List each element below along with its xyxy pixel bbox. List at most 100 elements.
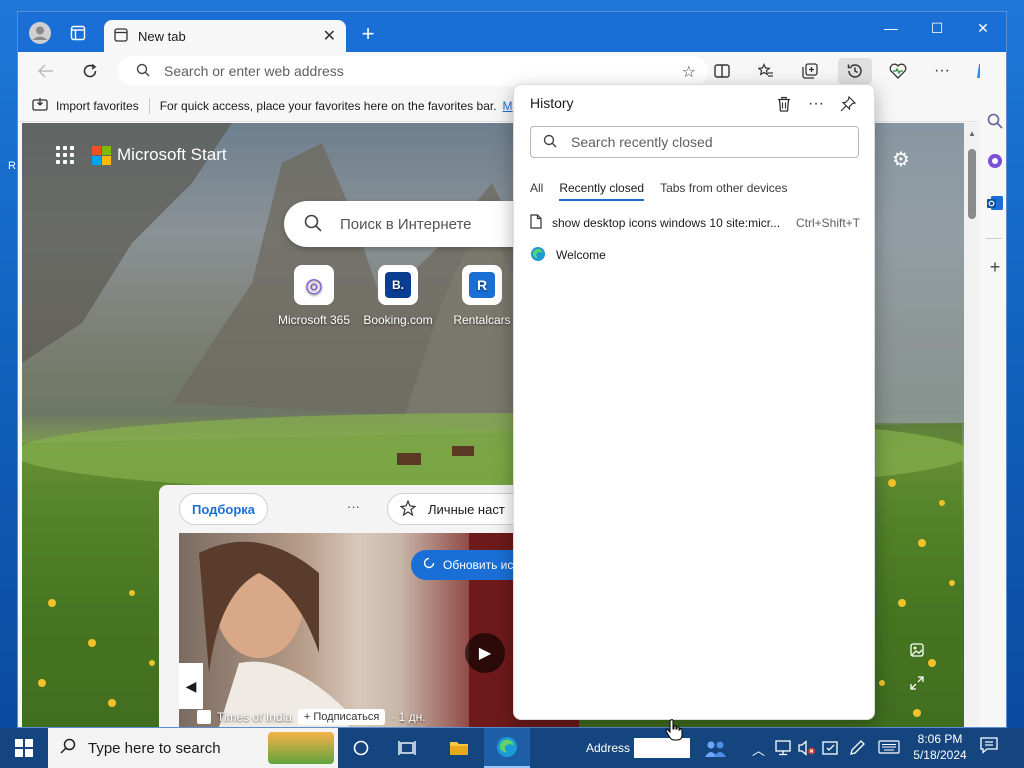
task-view-icon[interactable]: [384, 728, 430, 768]
quick-link-label: Rentalcars: [453, 313, 511, 327]
browser-essentials-icon[interactable]: [884, 58, 912, 84]
history-more-icon[interactable]: ···: [804, 93, 828, 115]
cortana-icon[interactable]: [338, 728, 384, 768]
web-search-icon: [304, 214, 322, 235]
tab-close-icon[interactable]: ✕: [323, 26, 336, 46]
desktop-edge-text: R: [8, 160, 16, 172]
clock-date: 5/18/2024: [913, 748, 967, 762]
tab-other-devices[interactable]: Tabs from other devices: [660, 181, 787, 199]
security-icon[interactable]: [822, 740, 840, 759]
history-search-icon: [543, 134, 557, 151]
delete-history-icon[interactable]: [772, 93, 796, 115]
tab-recently-closed[interactable]: Recently closed: [559, 181, 644, 201]
refresh-spinner-icon: [423, 557, 435, 572]
quick-link-rentalcars[interactable]: R Rentalcars: [440, 265, 524, 327]
start-button[interactable]: [0, 728, 48, 768]
pin-history-icon[interactable]: [836, 93, 860, 115]
touch-keyboard-icon[interactable]: [878, 740, 900, 757]
history-panel: History ··· Search recently closed All R…: [513, 84, 875, 720]
tab-all[interactable]: All: [530, 181, 543, 199]
tab-actions-icon[interactable]: [64, 20, 92, 46]
taskbar-search-placeholder: Type here to search: [88, 739, 221, 757]
split-screen-icon[interactable]: [708, 58, 736, 84]
history-search-placeholder: Search recently closed: [571, 134, 713, 150]
history-item-title: show desktop icons windows 10 site:micr.…: [552, 216, 781, 230]
quick-link-label: Microsoft 365: [277, 313, 351, 327]
web-search-placeholder: Поиск в Интернете: [340, 215, 472, 233]
history-icon: [847, 64, 862, 78]
sidebar-add-icon[interactable]: +: [984, 256, 1006, 278]
history-title: History: [530, 95, 574, 111]
image-info-icon[interactable]: [910, 643, 924, 660]
edge-icon: [530, 246, 546, 265]
app-launcher-icon[interactable]: [56, 146, 74, 164]
carousel-prev-icon[interactable]: ◀: [179, 663, 203, 709]
expand-icon[interactable]: [910, 676, 924, 693]
history-item-title: Welcome: [556, 248, 606, 262]
taskbar-search-box[interactable]: Type here to search: [48, 728, 338, 768]
microsoft-365-icon: ◎: [294, 265, 334, 305]
scroll-thumb[interactable]: [968, 149, 976, 219]
sidebar-m365-icon[interactable]: [984, 150, 1006, 172]
new-tab-page-icon: [114, 27, 128, 45]
file-explorer-icon[interactable]: [436, 728, 482, 768]
new-tab-button[interactable]: +: [354, 22, 382, 48]
close-window-button[interactable]: ✕: [960, 12, 1006, 44]
import-favorites-button[interactable]: Import favorites: [56, 99, 139, 113]
edge-taskbar-icon[interactable]: [484, 728, 530, 768]
page-icon: [530, 214, 542, 232]
favorites-bar-hint: For quick access, place your favorites h…: [159, 98, 497, 113]
tab-new-tab[interactable]: New tab ✕: [104, 20, 346, 52]
page-scrollbar[interactable]: ▲: [964, 123, 980, 727]
maximize-button[interactable]: ☐: [914, 12, 960, 44]
network-icon[interactable]: [774, 740, 792, 759]
pen-workspace-icon[interactable]: [848, 740, 866, 759]
subscribe-button[interactable]: + Подписаться: [297, 709, 386, 725]
people-icon[interactable]: [704, 740, 728, 761]
sidebar-search-icon[interactable]: [984, 110, 1006, 132]
scroll-up-icon[interactable]: ▲: [968, 129, 976, 138]
mouse-cursor-icon: [665, 718, 683, 748]
windows-taskbar: Type here to search Address ︿ 8:06 PM 5/…: [0, 728, 1024, 768]
sidebar-outlook-icon[interactable]: [984, 192, 1006, 214]
address-bar[interactable]: Search or enter web address ☆: [118, 56, 708, 86]
favorites-divider: [148, 97, 150, 114]
volume-muted-icon[interactable]: [798, 740, 816, 759]
show-hidden-icons-chevron-icon[interactable]: ︿: [752, 740, 765, 759]
minimize-button[interactable]: —: [868, 12, 914, 44]
tab-title: New tab: [138, 28, 186, 44]
favorites-icon[interactable]: [752, 58, 780, 84]
address-toolbar-label: Address: [586, 741, 631, 755]
feed-more-icon[interactable]: ···: [347, 499, 360, 514]
brand-name: Microsoft Start: [117, 145, 227, 164]
source-logo-icon: [197, 710, 211, 724]
profile-avatar-icon[interactable]: [26, 20, 54, 46]
collections-icon[interactable]: [796, 58, 824, 84]
favorites-bar-link[interactable]: M: [503, 99, 513, 113]
history-tabs: All Recently closed Tabs from other devi…: [530, 181, 803, 201]
microsoft-logo-icon: [92, 145, 111, 165]
news-source-row: Times of India + Подписаться · 1 дн.: [197, 709, 426, 725]
favorite-star-icon[interactable]: ☆: [682, 62, 696, 82]
clock-time: 8:06 PM: [917, 732, 963, 746]
history-button[interactable]: [838, 58, 872, 84]
taskbar-search-icon: [60, 738, 76, 758]
quick-link-microsoft-365[interactable]: ◎ Microsoft 365: [272, 265, 356, 327]
page-settings-gear-icon[interactable]: ⚙: [892, 147, 910, 172]
history-item[interactable]: show desktop icons windows 10 site:micr.…: [530, 211, 860, 235]
more-options-icon[interactable]: ···: [928, 58, 956, 84]
history-search-input[interactable]: Search recently closed: [530, 126, 859, 158]
play-video-icon[interactable]: ▶: [465, 633, 505, 673]
booking-icon: B.: [378, 265, 418, 305]
address-placeholder: Search or enter web address: [164, 63, 344, 79]
sidebar-divider: [986, 238, 1002, 239]
address-search-icon: [136, 63, 150, 80]
system-clock[interactable]: 8:06 PM 5/18/2024: [908, 731, 972, 763]
history-item[interactable]: Welcome: [530, 243, 860, 267]
quick-link-booking[interactable]: B. Booking.com: [356, 265, 440, 327]
notifications-icon[interactable]: [980, 736, 998, 759]
feed-tab-selected[interactable]: Подборка: [179, 493, 269, 525]
news-age: · 1 дн.: [391, 710, 426, 724]
back-arrow-icon[interactable]: [32, 58, 60, 84]
refresh-icon[interactable]: [76, 58, 104, 84]
